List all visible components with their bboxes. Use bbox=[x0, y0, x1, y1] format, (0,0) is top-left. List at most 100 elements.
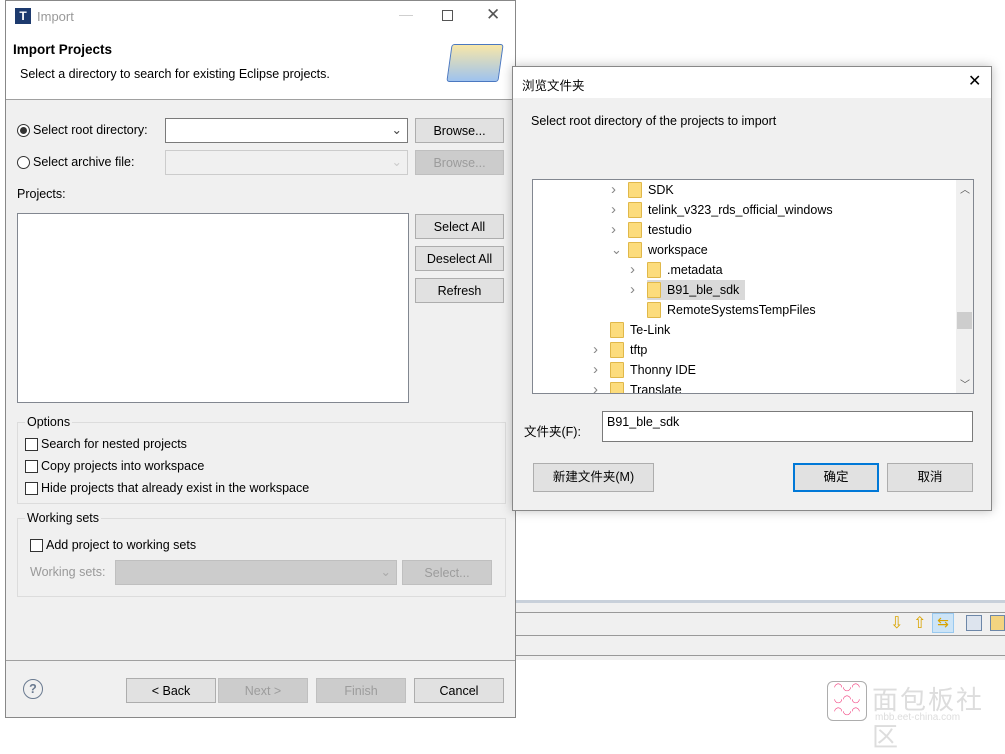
browse-root-button[interactable]: Browse... bbox=[415, 118, 504, 143]
copy-projects-checkbox[interactable] bbox=[25, 460, 38, 473]
tree-item[interactable]: › tftp bbox=[533, 340, 956, 360]
title-bar: T Import — ✕ bbox=[6, 1, 515, 32]
tree-item[interactable]: › telink_v323_rds_official_windows bbox=[533, 200, 956, 220]
folder-icon bbox=[610, 342, 624, 358]
projects-list[interactable] bbox=[17, 213, 409, 403]
options-title: Options bbox=[25, 415, 73, 429]
tree-item[interactable]: ⌄ workspace bbox=[533, 240, 956, 260]
tree-item[interactable]: › B91_ble_sdk bbox=[533, 280, 956, 300]
root-dir-label: Select root directory: bbox=[33, 123, 148, 137]
new-folder-button[interactable]: 新建文件夹(M) bbox=[533, 463, 654, 492]
back-button[interactable]: < Back bbox=[126, 678, 216, 703]
folder-input[interactable]: B91_ble_sdk bbox=[602, 411, 973, 442]
scroll-down-icon[interactable]: ⇩ bbox=[890, 613, 903, 633]
scroll-down-arrow[interactable]: ﹀ bbox=[960, 376, 970, 391]
header-title: Import Projects bbox=[13, 42, 113, 57]
tree-scrollbar[interactable]: ︿ ﹀ bbox=[956, 180, 973, 393]
chevron-down-icon[interactable]: ⌄ bbox=[611, 240, 622, 260]
sync-icon[interactable]: ⇆ bbox=[932, 613, 954, 633]
folder-icon bbox=[628, 242, 642, 258]
finish-button[interactable]: Finish bbox=[316, 678, 406, 703]
browse-archive-button[interactable]: Browse... bbox=[415, 150, 504, 175]
chevron-right-icon[interactable]: › bbox=[593, 360, 598, 380]
chevron-right-icon[interactable]: › bbox=[611, 180, 616, 200]
save-view-icon[interactable] bbox=[966, 615, 982, 631]
tree-item[interactable]: › testudio bbox=[533, 220, 956, 240]
tree-item[interactable]: › SDK bbox=[533, 180, 956, 200]
chevron-right-icon[interactable]: › bbox=[593, 340, 598, 360]
maximize-button[interactable] bbox=[442, 10, 453, 21]
archive-radio[interactable] bbox=[17, 156, 30, 169]
tree-item-label: RemoteSystemsTempFiles bbox=[667, 303, 816, 317]
tree-item-label: tftp bbox=[630, 343, 648, 357]
chevron-down-icon: ⌄ bbox=[380, 565, 391, 579]
tree-item[interactable]: › .metadata bbox=[533, 260, 956, 280]
copy-projects-label: Copy projects into workspace bbox=[41, 459, 205, 473]
ok-button[interactable]: 确定 bbox=[793, 463, 879, 492]
working-sets-label: Working sets: bbox=[30, 565, 106, 579]
folder-icon bbox=[610, 382, 624, 393]
chevron-right-icon[interactable]: › bbox=[611, 200, 616, 220]
button-bar-separator bbox=[6, 660, 515, 661]
chevron-down-icon: ⌄ bbox=[391, 155, 402, 169]
nested-projects-checkbox[interactable] bbox=[25, 438, 38, 451]
folder-banner-icon bbox=[446, 44, 504, 82]
browse-close-button[interactable]: ✕ bbox=[968, 71, 981, 91]
chevron-right-icon[interactable]: › bbox=[611, 220, 616, 240]
hide-projects-label: Hide projects that already exist in the … bbox=[41, 481, 310, 495]
tree-item-label: telink_v323_rds_official_windows bbox=[648, 203, 833, 217]
header-area: Import Projects Select a directory to se… bbox=[6, 32, 515, 100]
help-icon[interactable]: ? bbox=[23, 679, 43, 699]
deselect-all-button[interactable]: Deselect All bbox=[415, 246, 504, 271]
browse-dialog-title: 浏览文件夹 bbox=[522, 79, 585, 93]
watermark-sub: mbb.eet-china.com bbox=[875, 712, 961, 723]
tree-item-label: workspace bbox=[648, 243, 708, 257]
app-icon: T bbox=[15, 8, 31, 24]
hide-projects-checkbox[interactable] bbox=[25, 482, 38, 495]
scroll-up-arrow[interactable]: ︿ bbox=[960, 181, 970, 196]
select-all-button[interactable]: Select All bbox=[415, 214, 504, 239]
chevron-right-icon[interactable]: › bbox=[630, 260, 635, 280]
folder-icon bbox=[628, 222, 642, 238]
tree-item[interactable]: › Thonny IDE bbox=[533, 360, 956, 380]
archive-label: Select archive file: bbox=[33, 155, 135, 169]
working-sets-combo[interactable]: ⌄ bbox=[115, 560, 397, 585]
tree-item-label: Thonny IDE bbox=[630, 363, 697, 377]
tree-item-label: SDK bbox=[648, 183, 674, 197]
scroll-thumb[interactable] bbox=[957, 312, 972, 329]
chevron-right-icon[interactable]: › bbox=[593, 380, 598, 393]
folder-icon bbox=[610, 362, 624, 378]
folder-label: 文件夹(F): bbox=[524, 425, 581, 439]
chevron-right-icon[interactable]: › bbox=[630, 280, 635, 300]
tree-item[interactable]: › Translate bbox=[533, 380, 956, 393]
projects-label: Projects: bbox=[17, 187, 66, 201]
folder-icon bbox=[628, 202, 642, 218]
folder-icon bbox=[628, 182, 642, 198]
folder-icon bbox=[647, 262, 661, 278]
dialog-title: Import bbox=[37, 9, 74, 24]
archive-combo[interactable]: ⌄ bbox=[165, 150, 408, 175]
browse-folder-dialog: 浏览文件夹 ✕ Select root directory of the pro… bbox=[512, 66, 992, 511]
eclipse-bottom-line bbox=[516, 655, 1005, 656]
lock-view-icon[interactable] bbox=[990, 615, 1005, 631]
tree-item-label: B91_ble_sdk bbox=[667, 283, 740, 297]
browse-cancel-button[interactable]: 取消 bbox=[887, 463, 973, 492]
working-sets-title: Working sets bbox=[25, 511, 102, 525]
tree-item[interactable]: RemoteSystemsTempFiles bbox=[533, 300, 956, 320]
import-dialog: T Import — ✕ Import Projects Select a di… bbox=[5, 0, 516, 718]
minimize-button[interactable]: — bbox=[399, 6, 413, 22]
tree-item[interactable]: Te-Link bbox=[533, 320, 956, 340]
refresh-button[interactable]: Refresh bbox=[415, 278, 504, 303]
root-dir-radio[interactable] bbox=[17, 124, 30, 137]
next-button[interactable]: Next > bbox=[218, 678, 308, 703]
browse-prompt: Select root directory of the projects to… bbox=[531, 114, 777, 128]
select-working-sets-button[interactable]: Select... bbox=[402, 560, 492, 585]
tree-item-label: Te-Link bbox=[630, 323, 671, 337]
header-description: Select a directory to search for existin… bbox=[20, 67, 330, 81]
root-dir-combo[interactable]: ⌄ bbox=[165, 118, 408, 143]
add-working-sets-checkbox[interactable] bbox=[30, 539, 43, 552]
close-button[interactable]: ✕ bbox=[486, 5, 500, 25]
scroll-up-icon[interactable]: ⇧ bbox=[913, 613, 926, 633]
cancel-button[interactable]: Cancel bbox=[414, 678, 504, 703]
folder-tree[interactable]: › SDK › telink_v323_rds_official_windows › te… bbox=[532, 179, 974, 394]
